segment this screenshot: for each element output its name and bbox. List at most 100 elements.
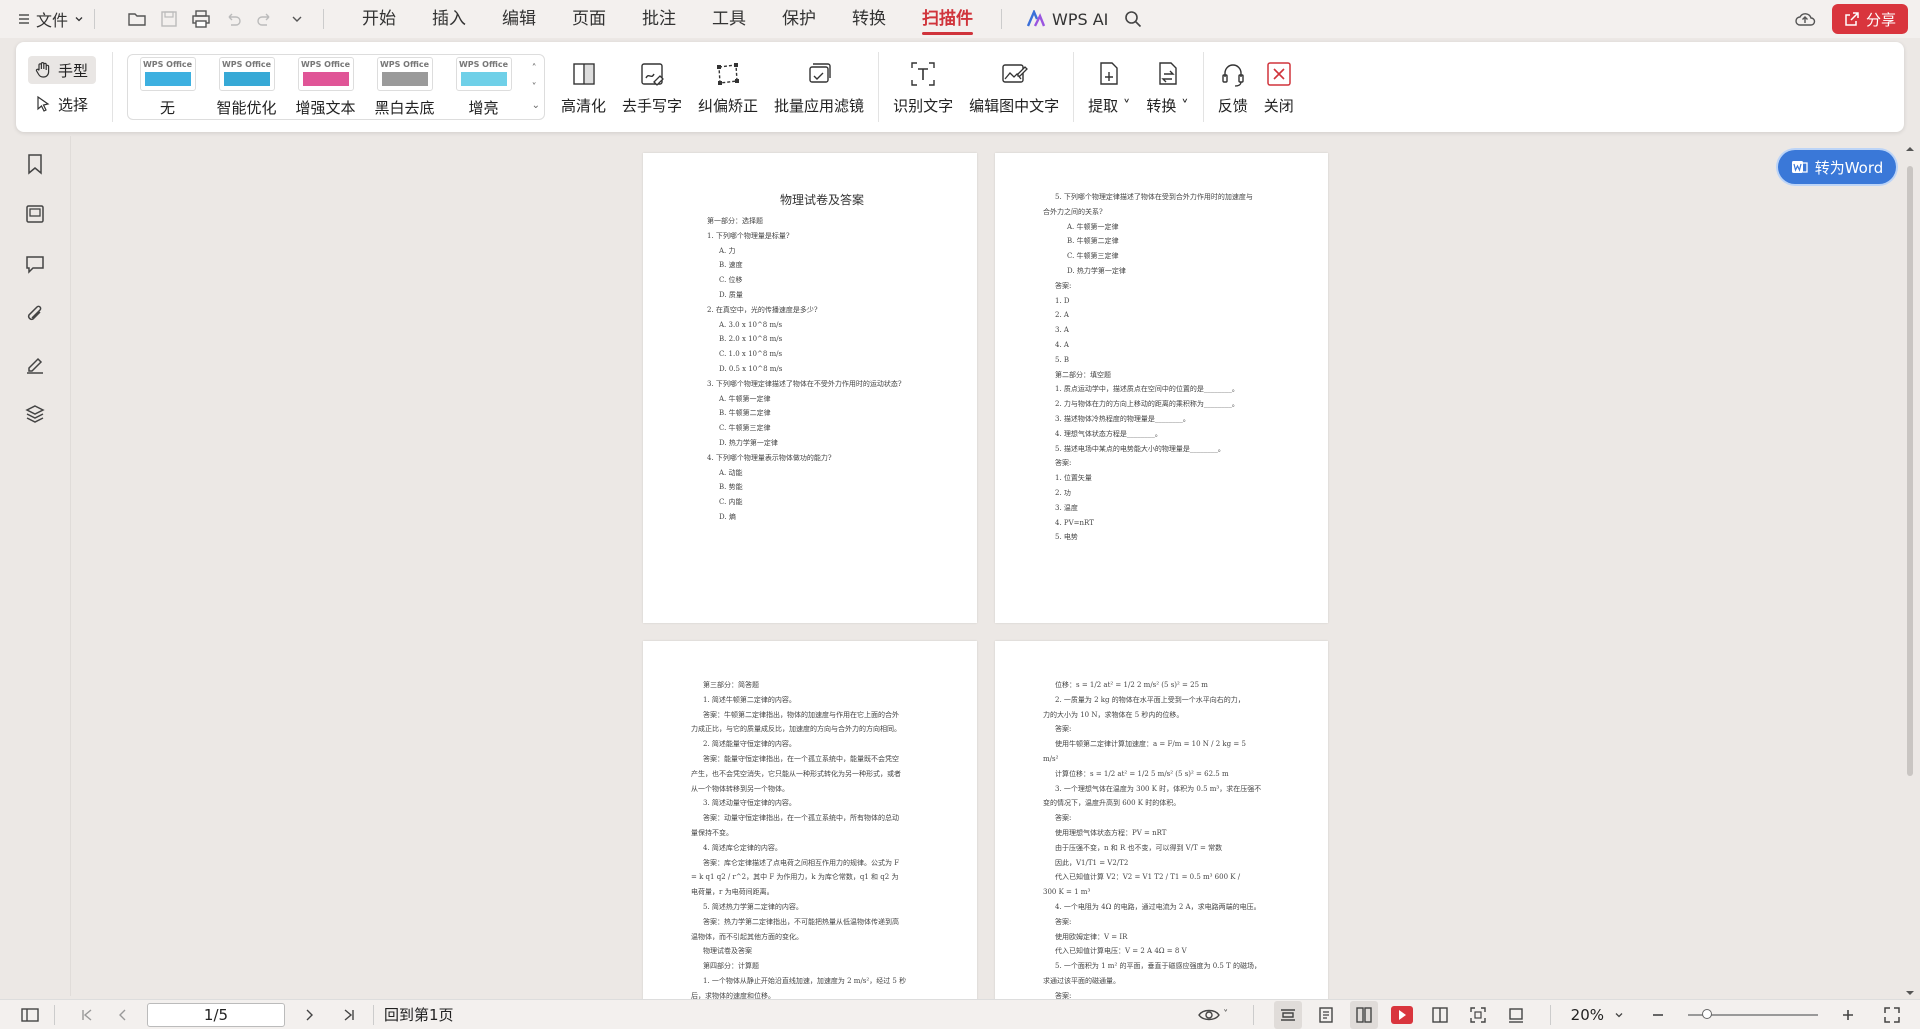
hd-label: 高清化: [561, 96, 607, 115]
last-page-icon[interactable]: [335, 1001, 363, 1029]
filter-bw-remove-bg[interactable]: WPS Office 黑白去底: [365, 56, 444, 118]
convert-button[interactable]: 转换 ˅: [1138, 42, 1196, 132]
wps-logo: WPS Office: [379, 59, 430, 69]
zoom-dropdown-icon[interactable]: [1614, 1010, 1624, 1020]
tab-start[interactable]: 开始: [344, 0, 414, 38]
filter-label: 增强文本: [295, 98, 356, 117]
prev-page-icon[interactable]: [109, 1001, 137, 1029]
open-folder-icon[interactable]: [121, 3, 153, 35]
edit-image-text-button[interactable]: 编辑图中文字: [961, 42, 1067, 132]
batch-filter-button[interactable]: 批量应用滤镜: [766, 42, 872, 132]
feedback-button[interactable]: 反馈: [1210, 42, 1256, 132]
edit-image-text-label: 编辑图中文字: [969, 96, 1060, 115]
save-icon[interactable]: [153, 3, 185, 35]
text-line: 1. 一个物体从静止开始沿直线加速，加速度为 2 m/s²，经过 5 秒: [703, 976, 907, 985]
first-page-icon[interactable]: [73, 1001, 101, 1029]
tab-annotate[interactable]: 批注: [624, 0, 694, 38]
convert-to-word-button[interactable]: 转为Word: [1778, 150, 1896, 184]
text-line: 答案：库仑定律描述了点电荷之间相互作用力的规律。公式为 F: [703, 858, 900, 867]
print-icon[interactable]: [185, 3, 217, 35]
select-mode-button[interactable]: 选择: [28, 90, 96, 118]
continuous-scroll-icon[interactable]: [1273, 1000, 1302, 1029]
remove-handwriting-button[interactable]: 去手写字: [614, 42, 690, 132]
divider: [1549, 1004, 1551, 1025]
next-page-icon[interactable]: [295, 1001, 323, 1029]
zoom-slider-knob[interactable]: [1702, 1008, 1712, 1019]
comment-icon[interactable]: [21, 250, 49, 278]
tab-scan[interactable]: 扫描件: [904, 0, 991, 38]
fit-page-icon[interactable]: [1464, 1001, 1492, 1029]
wps-ai-button[interactable]: WPS AI: [1026, 10, 1108, 29]
ocr-button[interactable]: 识别文字: [885, 42, 961, 132]
text-line: D. 熵: [719, 512, 736, 521]
sidebar-toggle-icon[interactable]: [16, 1001, 44, 1029]
layers-icon[interactable]: [21, 400, 49, 428]
play-icon[interactable]: [1388, 1001, 1416, 1029]
extract-button[interactable]: 提取 ˅: [1080, 42, 1138, 132]
text-line: 300 K = 1 m³: [1043, 888, 1091, 897]
eye-icon[interactable]: ˅: [1193, 1001, 1233, 1029]
text-line: A. 力: [719, 246, 736, 255]
text-line: 量保持不变。: [691, 828, 733, 837]
filter-preview-strip: [302, 71, 349, 86]
cursor-mode-group: 手型 选择: [16, 42, 106, 132]
filter-label: 智能优化: [216, 98, 277, 117]
back-to-first-page-link[interactable]: 回到第1页: [384, 1004, 454, 1025]
scan-ribbon: 手型 选择 WPS Office 无 WPS Office 智能优化 WPS Offic…: [16, 42, 1904, 132]
tab-protect[interactable]: 保护: [764, 0, 834, 38]
zoom-in-icon[interactable]: [1834, 1001, 1862, 1029]
text-line: 产生，也不会凭空消失，它只能从一种形式转化为另一种形式，或者: [691, 769, 901, 778]
text-line: 4. PV=nRT: [1055, 518, 1094, 527]
text-line: C. 1.0 x 10^8 m/s: [719, 350, 783, 359]
page-2-text: 5. 下列哪个物理定律描述了物体在受到合外力作用时的加速度与 合外力之间的关系? A…: [1043, 190, 1298, 545]
scroll-down-icon[interactable]: [1904, 988, 1916, 998]
zoom-level[interactable]: 20%: [1571, 1006, 1604, 1024]
tab-edit[interactable]: 编辑: [484, 0, 554, 38]
filter-none[interactable]: WPS Office 无: [128, 56, 207, 118]
customize-chevron-icon[interactable]: [281, 3, 313, 35]
attachment-icon[interactable]: [21, 300, 49, 328]
scroll-up-icon[interactable]: [1904, 144, 1916, 154]
feedback-label: 反馈: [1217, 96, 1248, 115]
filter-enhance-text[interactable]: WPS Office 增强文本: [286, 56, 365, 118]
close-scan-button[interactable]: 关闭: [1256, 42, 1302, 132]
share-button[interactable]: 分享: [1831, 4, 1908, 34]
zoom-out-icon[interactable]: [1644, 1001, 1672, 1029]
document-page-4: 位移：s = 1/2 at² = 1/2 2 m/s² (5 s)² = 25 …: [995, 641, 1328, 1001]
tab-tools[interactable]: 工具: [694, 0, 764, 38]
undo-icon[interactable]: [217, 3, 249, 35]
text-line: A. 动能: [719, 468, 743, 477]
signature-icon[interactable]: [21, 350, 49, 378]
text-line: D. 0.5 x 10^8 m/s: [719, 364, 783, 373]
scrollbar-thumb[interactable]: [1907, 166, 1913, 776]
hd-button[interactable]: 高清化: [553, 42, 614, 132]
text-line: 答案：动量守恒定律指出，在一个孤立系统中，所有物体的总动: [703, 814, 899, 823]
search-icon[interactable]: [1118, 4, 1148, 34]
tab-insert[interactable]: 插入: [414, 0, 484, 38]
fit-width-icon[interactable]: [1502, 1001, 1530, 1029]
thumbnail-icon[interactable]: [21, 200, 49, 228]
tab-convert[interactable]: 转换: [834, 0, 904, 38]
text-line: 5. 一个面积为 1 m² 的平面，垂直于磁感应强度为 0.5 T 的磁场，: [1055, 962, 1261, 971]
reading-mode-icon[interactable]: [1426, 1001, 1454, 1029]
text-line: 1. 下列哪个物理量是标量?: [707, 231, 790, 240]
eraser-icon: [637, 59, 667, 89]
vertical-scrollbar[interactable]: [1904, 142, 1916, 998]
text-line: 求通过该平面的磁通量。: [1043, 976, 1120, 985]
cloud-upload-icon[interactable]: [1790, 4, 1820, 34]
gallery-scroll-arrows[interactable]: ˄ ˅ ⌄: [532, 63, 540, 111]
fullscreen-icon[interactable]: [1878, 1001, 1906, 1029]
single-page-icon[interactable]: [1312, 1001, 1340, 1029]
zoom-slider[interactable]: [1688, 1008, 1818, 1019]
filter-brighten[interactable]: WPS Office 增亮: [444, 56, 523, 118]
page-number-input[interactable]: 1/5: [147, 1002, 285, 1027]
two-page-icon[interactable]: [1349, 1000, 1378, 1029]
hand-mode-button[interactable]: 手型: [28, 56, 96, 84]
bookmark-icon[interactable]: [21, 150, 49, 178]
divider: [1252, 1004, 1254, 1025]
file-menu-button[interactable]: 文件: [18, 7, 84, 31]
redo-icon[interactable]: [249, 3, 281, 35]
tab-page[interactable]: 页面: [554, 0, 624, 38]
deskew-button[interactable]: 纠偏矫正: [690, 42, 766, 132]
filter-smart-optimize[interactable]: WPS Office 智能优化: [207, 56, 286, 118]
